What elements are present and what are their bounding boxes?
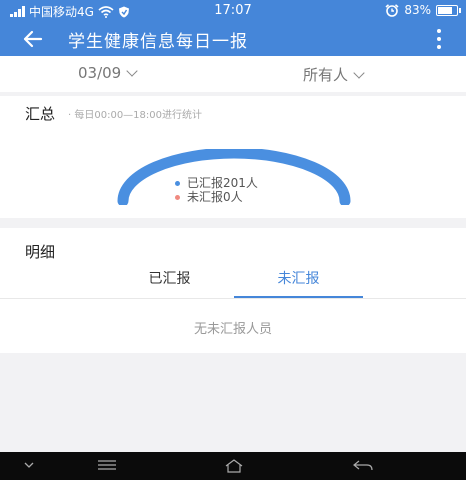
summary-card: 汇总 · 每日00:00—18:00进行统计 已汇报201人 未汇报0人	[0, 96, 466, 218]
more-vertical-icon	[437, 29, 441, 33]
scope-value: 所有人	[303, 66, 349, 84]
detail-title: 明细	[25, 243, 56, 261]
battery-percent: 83%	[404, 3, 431, 17]
app-bar: 学生健康信息每日一报	[0, 21, 466, 56]
status-right: 83%	[385, 3, 461, 17]
filter-row: 03/09 所有人	[0, 56, 466, 92]
legend-reported: 已汇报201人	[175, 176, 258, 190]
chevron-down-icon	[353, 66, 365, 79]
chevron-down-icon[interactable]	[22, 458, 36, 472]
arrow-left-icon	[23, 30, 43, 48]
date-value: 03/09	[78, 64, 122, 82]
legend-unreported-label: 未汇报0人	[187, 190, 243, 204]
home-icon[interactable]	[224, 458, 244, 474]
summary-title: 汇总	[25, 105, 56, 123]
empty-state-text: 无未汇报人员	[193, 322, 272, 337]
page-title: 学生健康信息每日一报	[68, 32, 248, 52]
tab-divider	[0, 298, 466, 299]
legend-reported-label: 已汇报201人	[187, 176, 258, 190]
tab-unreported[interactable]: 未汇报	[234, 268, 363, 298]
date-filter[interactable]: 03/09	[78, 64, 138, 82]
back-button[interactable]	[20, 26, 46, 52]
summary-subtitle: · 每日00:00—18:00进行统计	[68, 110, 202, 121]
status-bar: 中国移动4G 17:07 83%	[0, 0, 466, 21]
gauge-legend: 已汇报201人 未汇报0人	[175, 176, 258, 204]
menu-dot	[437, 45, 441, 49]
more-menu-button[interactable]	[434, 27, 444, 51]
tab-reported[interactable]: 已汇报	[105, 268, 234, 298]
back-arrow-icon[interactable]	[352, 458, 374, 474]
battery-icon	[436, 4, 461, 16]
detail-card: 明细 已汇报 未汇报 无未汇报人员	[0, 228, 466, 353]
scope-filter[interactable]: 所有人	[303, 64, 365, 85]
menu-dot	[437, 37, 441, 41]
legend-unreported: 未汇报0人	[175, 190, 258, 204]
alarm-icon	[385, 3, 399, 17]
menu-lines-icon[interactable]	[96, 458, 118, 472]
chevron-down-icon	[126, 65, 138, 77]
legend-dot-reported	[175, 180, 180, 186]
system-nav-bar	[0, 452, 466, 480]
legend-dot-unreported	[175, 194, 180, 200]
